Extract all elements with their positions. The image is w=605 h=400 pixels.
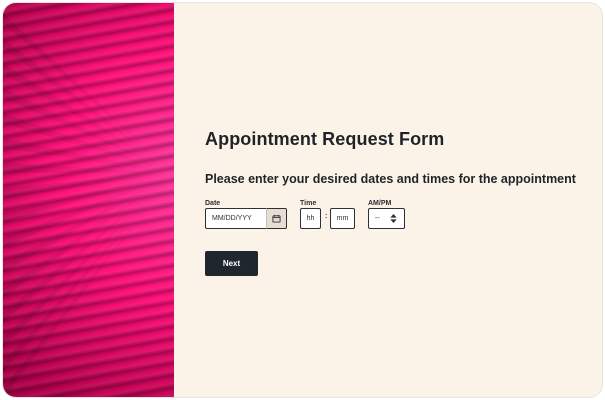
form-subtitle: Please enter your desired dates and time… <box>205 172 576 186</box>
calendar-button[interactable] <box>266 208 287 229</box>
time-hours-placeholder: hh <box>306 215 315 222</box>
time-minutes-input[interactable]: mm <box>330 208 355 229</box>
hero-image <box>3 3 174 397</box>
ampm-select[interactable]: -- <box>368 208 405 229</box>
date-placeholder: MM/DD/YYY <box>212 215 252 222</box>
date-label: Date <box>205 200 221 207</box>
time-minutes-placeholder: mm <box>336 215 349 222</box>
next-button[interactable]: Next <box>205 251 258 276</box>
page-title: Appointment Request Form <box>205 129 445 149</box>
calendar-icon <box>272 214 281 223</box>
app-frame: Appointment Request Form Please enter yo… <box>2 2 603 398</box>
ampm-selected-value: -- <box>375 215 380 222</box>
form-content: Appointment Request Form Please enter yo… <box>174 3 602 397</box>
time-label: Time <box>300 200 317 207</box>
ampm-label: AM/PM <box>368 200 392 207</box>
hero-rays <box>3 13 174 397</box>
date-input[interactable]: MM/DD/YYY <box>205 208 266 229</box>
time-separator: : <box>325 213 328 220</box>
updown-caret-icon <box>390 214 397 223</box>
time-hours-input[interactable]: hh <box>300 208 321 229</box>
